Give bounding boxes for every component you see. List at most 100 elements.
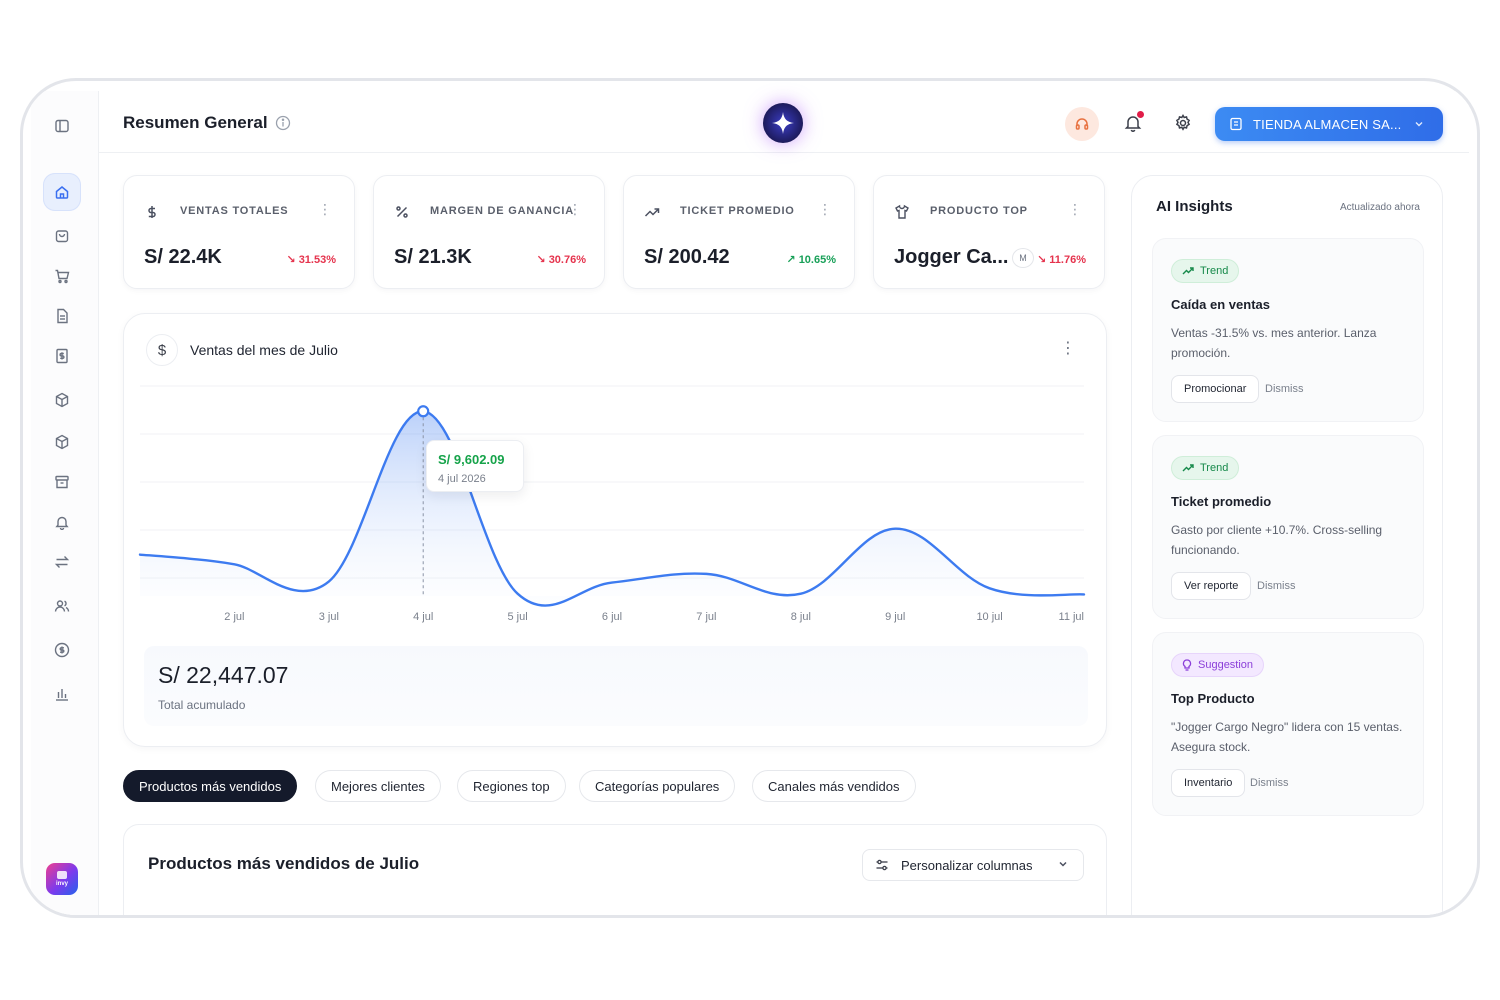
invoice-icon — [56, 348, 68, 364]
sidebar-item-reports[interactable] — [43, 675, 81, 713]
insight-heading: Ticket promedio — [1171, 494, 1272, 509]
chart-area-fill — [140, 411, 1084, 606]
bar-chart-icon — [56, 689, 68, 701]
tab-canales-mas-vendidos[interactable]: Canales más vendidos — [752, 770, 916, 802]
lightbulb-icon — [1182, 659, 1192, 671]
insight-badge-label: Trend — [1200, 265, 1229, 277]
device-frame: invy Resumen General TIENDA ALMACEN SA..… — [20, 78, 1480, 918]
kpi-delta: ↘ 30.76% — [536, 254, 586, 266]
sidebar-item-documents[interactable] — [43, 297, 81, 335]
sidebar-item-notifications[interactable] — [43, 503, 81, 541]
kpi-card-ticket-promedio: TICKET PROMEDIO ⋮ S/ 200.42 ↗ 10.65% — [623, 175, 855, 289]
x-tick-label: 6 jul — [602, 611, 622, 623]
coin-icon — [54, 642, 70, 658]
sidebar-item-finance[interactable] — [43, 631, 81, 669]
chevron-down-icon — [1415, 122, 1422, 127]
x-tick-label: 3 jul — [319, 611, 339, 623]
insight-card: Trend Caída en ventas Ventas -31.5% vs. … — [1152, 238, 1424, 422]
x-tick-label: 7 jul — [696, 611, 716, 623]
kpi-delta-value: 10.65% — [798, 254, 836, 266]
insight-badge: Trend — [1171, 259, 1240, 283]
x-tick-label: 5 jul — [508, 611, 528, 623]
kpi-delta: ↘ 11.76% — [1037, 254, 1086, 266]
document-icon — [57, 308, 68, 324]
top-header: Resumen General TIENDA ALMACEN SA... — [99, 91, 1469, 153]
sidebar-item-bag[interactable] — [43, 217, 81, 255]
sidebar-item-archive[interactable] — [43, 463, 81, 501]
store-selector-button[interactable]: TIENDA ALMACEN SA... — [1215, 107, 1443, 141]
insight-action-button[interactable]: Promocionar — [1171, 375, 1260, 403]
insight-badge: Suggestion — [1171, 653, 1265, 677]
box-icon — [55, 392, 69, 408]
insight-body: Ventas -31.5% vs. mes anterior. Lanza pr… — [1171, 326, 1377, 360]
chart-tooltip: S/ 9,602.09 4 jul 2026 — [426, 440, 524, 492]
ai-assistant-button[interactable] — [763, 103, 803, 143]
total-summary: S/ 22,447.07 Total acumulado — [144, 646, 1088, 726]
kpi-label: MARGEN DE GANANCIA — [430, 205, 574, 217]
kpi-menu-icon[interactable]: ⋮ — [1068, 202, 1082, 216]
tab-productos-mas-vendidos[interactable]: Productos más vendidos — [123, 770, 298, 802]
tab-regiones-top[interactable]: Regiones top — [457, 770, 566, 802]
trend-up-icon — [644, 208, 660, 217]
size-tag: M — [1012, 248, 1034, 268]
support-button[interactable] — [1065, 107, 1099, 141]
x-tick-label: 10 jul — [976, 611, 1002, 623]
kpi-delta-value: 31.53% — [298, 254, 336, 266]
sidebar-toggle-icon[interactable] — [43, 107, 81, 145]
home-icon — [55, 186, 69, 199]
kpi-menu-icon[interactable]: ⋮ — [318, 202, 332, 216]
kpi-card-producto-top: PRODUCTO TOP ⋮ Jogger Ca... M ↘ 11.76% — [873, 175, 1105, 289]
logo-mark-icon — [57, 871, 67, 879]
customize-columns-button[interactable]: Personalizar columnas — [862, 849, 1084, 881]
sliders-icon — [876, 859, 888, 871]
sidebar-item-products[interactable] — [43, 381, 81, 419]
trend-up-icon — [1182, 464, 1194, 472]
insight-action-button[interactable]: Inventario — [1171, 769, 1246, 797]
table-title: Productos más vendidos de Julio — [148, 854, 420, 873]
sales-area-chart[interactable]: 2 jul 3 jul 4 jul 5 jul 6 jul 7 jul 8 jul 9 jul… — [124, 314, 1108, 644]
top-products-table-card: Productos más vendidos de Julio Personal… — [123, 824, 1107, 915]
sidebar-item-transfers[interactable] — [43, 543, 81, 581]
insight-badge-label: Suggestion — [1198, 659, 1254, 671]
page-title: Resumen General — [123, 113, 268, 132]
insight-dismiss-button[interactable]: Dismiss — [1250, 777, 1289, 789]
app-window: invy Resumen General TIENDA ALMACEN SA..… — [31, 91, 1469, 915]
sidebar-item-cart[interactable] — [43, 257, 81, 295]
peak-point-marker — [417, 405, 430, 418]
insight-body: Gasto por cliente +10.7%. Cross-selling … — [1171, 523, 1383, 557]
percent-icon — [396, 206, 408, 218]
sidebar-item-customers[interactable] — [43, 587, 81, 625]
store-icon — [1230, 117, 1242, 131]
app-logo-text: invy — [55, 881, 68, 887]
x-tick-label: 9 jul — [885, 611, 905, 623]
sidebar-item-inventory[interactable] — [43, 423, 81, 461]
insight-badge: Trend — [1171, 456, 1240, 480]
insights-title: AI Insights — [1156, 198, 1233, 215]
kpi-menu-icon[interactable]: ⋮ — [568, 202, 582, 216]
kpi-card-ventas-totales: VENTAS TOTALES ⋮ S/ 22.4K ↘ 31.53% — [123, 175, 355, 289]
sidebar-item-invoices[interactable] — [43, 337, 81, 375]
kpi-card-margen-ganancia: MARGEN DE GANANCIA ⋮ S/ 21.3K ↘ 30.76% — [373, 175, 605, 289]
trend-up-icon — [1182, 267, 1194, 275]
chevron-down-icon — [1059, 861, 1067, 867]
notification-dot — [1137, 111, 1144, 118]
app-logo[interactable]: invy — [46, 863, 78, 895]
sparkle-icon — [772, 112, 794, 134]
tooltip-amount: S/ 9,602.09 — [438, 452, 505, 467]
total-value: S/ 22,447.07 — [158, 662, 289, 688]
insight-dismiss-button[interactable]: Dismiss — [1257, 580, 1296, 592]
kpi-delta: ↗ 10.65% — [786, 254, 836, 266]
x-tick-label: 2 jul — [224, 611, 244, 623]
kpi-menu-icon[interactable]: ⋮ — [818, 202, 832, 216]
sidebar-item-home[interactable] — [43, 173, 81, 211]
tab-mejores-clientes[interactable]: Mejores clientes — [315, 770, 441, 802]
insight-heading: Caída en ventas — [1171, 297, 1270, 312]
info-icon[interactable] — [275, 115, 291, 131]
kpi-label: TICKET PROMEDIO — [680, 205, 795, 217]
insight-dismiss-button[interactable]: Dismiss — [1265, 383, 1304, 395]
x-tick-label: 11 jul — [1059, 611, 1084, 623]
insight-body: "Jogger Cargo Negro" lidera con 15 venta… — [1171, 720, 1403, 754]
tab-categorias-populares[interactable]: Categorías populares — [579, 770, 736, 802]
insight-action-button[interactable]: Ver reporte — [1171, 572, 1252, 600]
settings-gear-icon[interactable] — [1173, 113, 1193, 133]
